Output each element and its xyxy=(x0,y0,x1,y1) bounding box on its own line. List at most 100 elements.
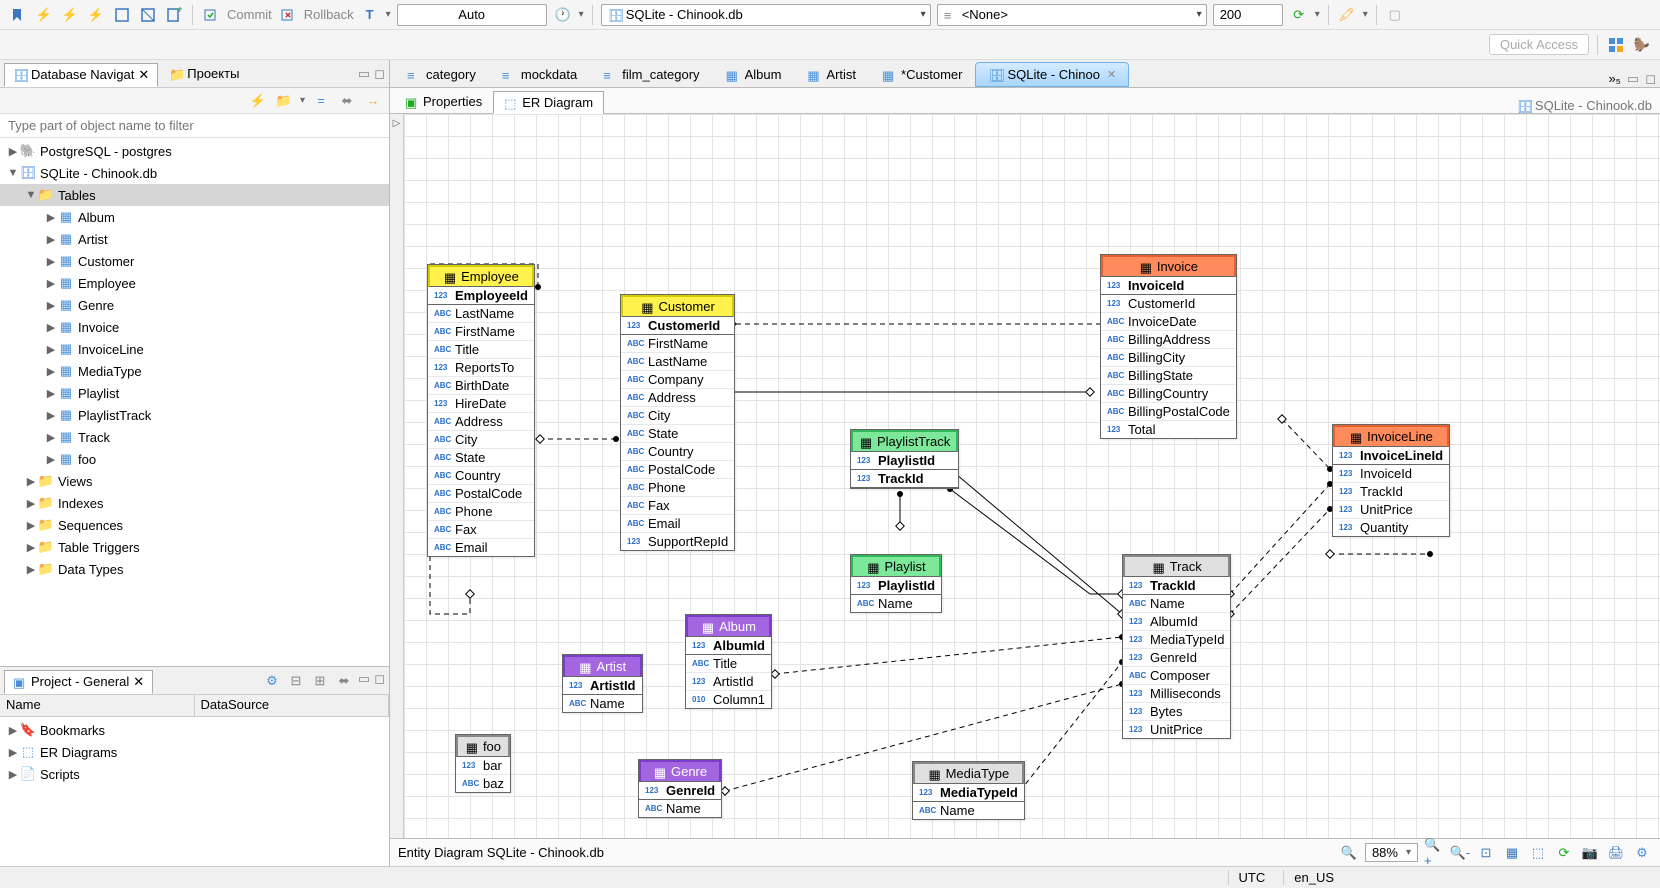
entity-column[interactable]: ABCName xyxy=(639,800,721,817)
maximize-icon[interactable]: ◻ xyxy=(374,671,385,691)
tree-node-postgres[interactable]: ▶🐘PostgreSQL - postgres xyxy=(0,140,389,162)
entity-column[interactable]: ABCName xyxy=(1123,595,1230,613)
entity-column[interactable]: ABCBillingState xyxy=(1101,367,1236,385)
entity-playlist[interactable]: ▦Playlist 123PlaylistIdABCName xyxy=(850,554,942,613)
entity-column[interactable]: 123UnitPrice xyxy=(1123,721,1230,738)
entity-column[interactable]: ABCState xyxy=(428,449,534,467)
link-icon[interactable]: ⬌ xyxy=(337,91,357,111)
entity-column[interactable]: 123PlaylistId xyxy=(851,577,941,595)
connection-combo[interactable]: 🗄 SQLite - Chinook.db ▾ xyxy=(601,4,931,26)
editor-tab[interactable]: ≡category xyxy=(394,62,489,87)
entity-column[interactable]: ABCbaz xyxy=(456,775,510,792)
entity-column[interactable]: 123ArtistId xyxy=(686,673,771,691)
tree-node-table[interactable]: ▶▦Artist xyxy=(0,228,389,250)
search-icon[interactable]: 🔍 xyxy=(1339,843,1359,863)
perspective-icon[interactable] xyxy=(1606,35,1626,55)
tab-project-general[interactable]: ▣ Project - General ✕ xyxy=(4,670,153,694)
tree-node-sqlite[interactable]: ▼🗄SQLite - Chinook.db xyxy=(0,162,389,184)
tree-node-table[interactable]: ▶▦PlaylistTrack xyxy=(0,404,389,426)
entity-track[interactable]: ▦Track 123TrackIdABCName123AlbumId123Med… xyxy=(1122,554,1231,739)
entity-header[interactable]: ▦Employee xyxy=(428,265,534,287)
tree-node-datatypes[interactable]: ▶📁Data Types xyxy=(0,558,389,580)
entity-column[interactable]: ABCState xyxy=(621,425,734,443)
sql-new-icon[interactable]: + xyxy=(164,5,184,25)
entity-header[interactable]: ▦Genre xyxy=(639,760,721,782)
grid-icon[interactable]: ▦ xyxy=(1502,843,1522,863)
entity-header[interactable]: ▦MediaType xyxy=(913,762,1024,784)
schema-combo[interactable]: ≡ <None> ▾ xyxy=(937,4,1207,26)
more-tabs[interactable]: »₅ xyxy=(1608,71,1620,87)
tab-properties[interactable]: ▣ Properties xyxy=(394,90,493,113)
entity-mediatype[interactable]: ▦MediaType 123MediaTypeIdABCName xyxy=(912,761,1025,820)
tree-node-indexes[interactable]: ▶📁Indexes xyxy=(0,492,389,514)
minimize-icon[interactable]: ▭ xyxy=(358,671,370,691)
tree-node-table[interactable]: ▶▦Playlist xyxy=(0,382,389,404)
entity-column[interactable]: ABCFax xyxy=(428,521,534,539)
arrow-icon[interactable]: → xyxy=(363,91,383,111)
tree-node-table[interactable]: ▶▦Customer xyxy=(0,250,389,272)
entity-column[interactable]: ABCFirstName xyxy=(428,323,534,341)
entity-column[interactable]: ABCName xyxy=(563,695,642,712)
entity-column[interactable]: 010Column1 xyxy=(686,691,771,708)
entity-column[interactable]: ABCPostalCode xyxy=(428,485,534,503)
entity-column[interactable]: ABCTitle xyxy=(428,341,534,359)
filter-input[interactable] xyxy=(0,114,389,138)
plug-icon[interactable]: ⚡ xyxy=(248,91,268,111)
entity-column[interactable]: ABCCity xyxy=(428,431,534,449)
entity-column[interactable]: ABCAddress xyxy=(621,389,734,407)
entity-column[interactable]: 123PlaylistId xyxy=(851,452,958,470)
expand-icon[interactable]: ⊞ xyxy=(310,671,330,691)
gear-icon[interactable]: ⚙ xyxy=(262,671,282,691)
layout-icon[interactable]: ⬚ xyxy=(1528,843,1548,863)
entity-column[interactable]: 123CustomerId xyxy=(621,317,734,335)
entity-column[interactable]: ABCAddress xyxy=(428,413,534,431)
entity-column[interactable]: 123HireDate xyxy=(428,395,534,413)
entity-column[interactable]: 123Milliseconds xyxy=(1123,685,1230,703)
export-icon[interactable]: 📷 xyxy=(1580,843,1600,863)
entity-column[interactable]: 123InvoiceId xyxy=(1101,277,1236,295)
entity-column[interactable]: ABCCompany xyxy=(621,371,734,389)
tab-er-diagram[interactable]: ⬚ ER Diagram xyxy=(493,91,604,114)
close-icon[interactable]: ✕ xyxy=(133,674,144,690)
entity-employee[interactable]: ▦Employee 123EmployeeIdABCLastNameABCFir… xyxy=(427,264,535,557)
entity-column[interactable]: ABCCountry xyxy=(621,443,734,461)
entity-column[interactable]: 123AlbumId xyxy=(686,637,771,655)
rollback-icon[interactable] xyxy=(278,5,298,25)
entity-column[interactable]: ABCLastName xyxy=(621,353,734,371)
tree-node-table[interactable]: ▶▦InvoiceLine xyxy=(0,338,389,360)
stop-icon[interactable]: ▢ xyxy=(1385,5,1405,25)
entity-customer[interactable]: ▦Customer 123CustomerIdABCFirstNameABCLa… xyxy=(620,294,735,551)
editor-tab[interactable]: 🗄SQLite - Chinoo✕ xyxy=(975,62,1129,87)
entity-column[interactable]: ABCBillingCity xyxy=(1101,349,1236,367)
close-icon[interactable]: ✕ xyxy=(138,67,149,83)
entity-column[interactable]: 123UnitPrice xyxy=(1333,501,1449,519)
entity-column[interactable]: 123EmployeeId xyxy=(428,287,534,305)
entity-column[interactable]: ABCTitle xyxy=(686,655,771,673)
entity-header[interactable]: ▦Customer xyxy=(621,295,734,317)
minimize-icon[interactable]: ▭ xyxy=(358,66,370,82)
palette-handle[interactable]: ▷ xyxy=(390,114,404,838)
entity-column[interactable]: 123GenreId xyxy=(1123,649,1230,667)
entity-column[interactable]: 123CustomerId xyxy=(1101,295,1236,313)
entity-column[interactable]: 123InvoiceLineId xyxy=(1333,447,1449,465)
tx-icon[interactable]: T xyxy=(360,5,380,25)
tree-node-table[interactable]: ▶▦Invoice xyxy=(0,316,389,338)
tab-db-navigator[interactable]: 🗄 Database Navigat ✕ xyxy=(4,63,158,87)
tx-mode-combo[interactable]: Auto xyxy=(397,4,547,26)
project-item[interactable]: ▶⬚ER Diagrams xyxy=(0,741,389,763)
close-icon[interactable]: ✕ xyxy=(1107,68,1116,81)
entity-column[interactable]: ABCFax xyxy=(621,497,734,515)
entity-column[interactable]: 123MediaTypeId xyxy=(1123,631,1230,649)
entity-header[interactable]: ▦InvoiceLine xyxy=(1333,425,1449,447)
print-icon[interactable]: 🖨 xyxy=(1606,843,1626,863)
entity-invoiceline[interactable]: ▦InvoiceLine 123InvoiceLineId123InvoiceI… xyxy=(1332,424,1450,537)
plug-green-icon[interactable]: ⚡ xyxy=(60,5,80,25)
entity-header[interactable]: ▦Artist xyxy=(563,655,642,677)
commit-icon[interactable] xyxy=(201,5,221,25)
editor-tab[interactable]: ≡film_category xyxy=(590,62,712,87)
rollback-button[interactable]: Rollback xyxy=(304,7,354,22)
tree-node-views[interactable]: ▶📁Views xyxy=(0,470,389,492)
maximize-icon[interactable]: ◻ xyxy=(1645,71,1656,87)
new-connection-icon[interactable] xyxy=(8,5,28,25)
project-item[interactable]: ▶📄Scripts xyxy=(0,763,389,785)
